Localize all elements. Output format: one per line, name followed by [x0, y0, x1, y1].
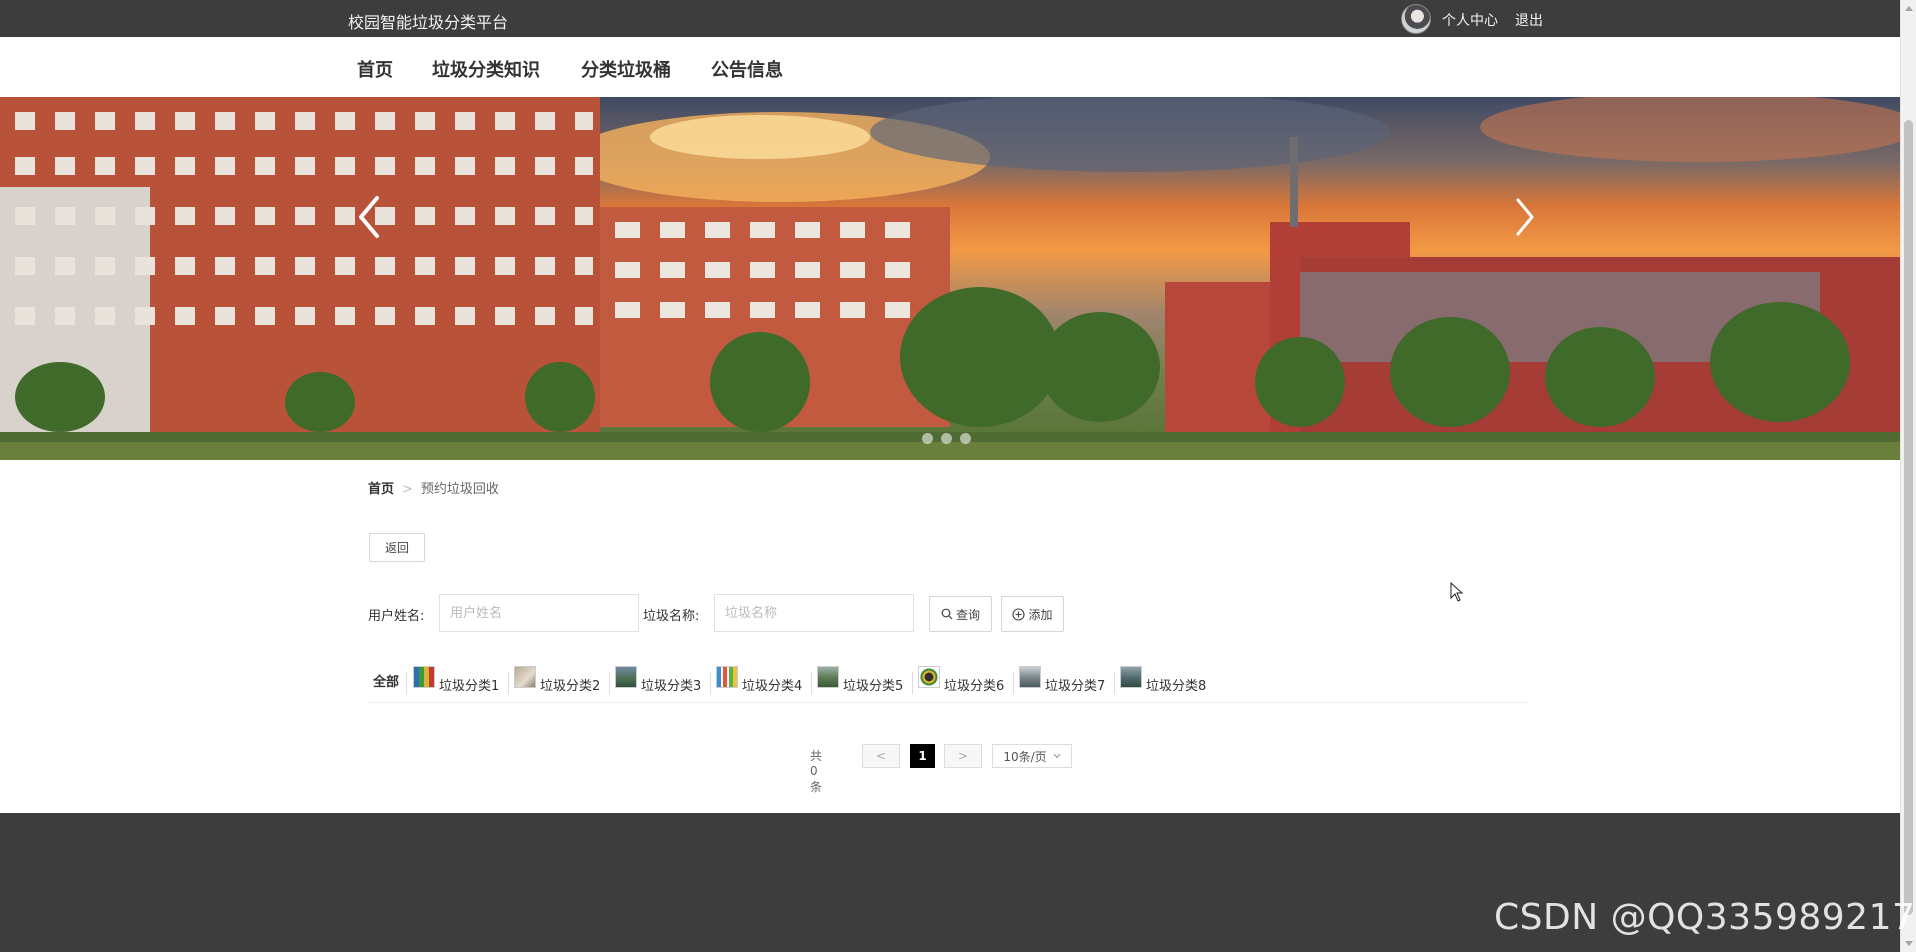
pagination-total: 共 0 条 — [810, 749, 823, 794]
chevron-down-icon — [1053, 753, 1061, 759]
scrollbar-thumb[interactable] — [1904, 120, 1913, 915]
category-divider — [710, 672, 711, 694]
top-bar: 校园智能垃圾分类平台 个人中心 退出 — [0, 0, 1900, 37]
category-thumbnail — [413, 666, 435, 688]
pagination-next-button[interactable]: > — [944, 744, 982, 768]
category-item[interactable]: 垃圾分类2 — [514, 665, 600, 695]
site-title: 校园智能垃圾分类平台 — [348, 13, 509, 32]
category-thumbnail — [1019, 666, 1041, 688]
user-name-input[interactable] — [439, 594, 639, 632]
category-thumbnail — [615, 666, 637, 688]
page-size-value: 10条/页 — [1003, 749, 1047, 764]
nav-item-home[interactable]: 首页 — [357, 56, 393, 82]
breadcrumb: 首页 > 预约垃圾回收 — [368, 478, 499, 497]
watermark: CSDN @QQ3359892174 — [1494, 897, 1916, 938]
breadcrumb-separator: > — [402, 482, 413, 497]
search-icon — [941, 608, 953, 620]
avatar[interactable] — [1401, 4, 1431, 34]
category-item[interactable]: 垃圾分类5 — [817, 665, 903, 695]
add-button-label: 添加 — [1028, 607, 1053, 622]
chevron-right-icon — [1516, 198, 1534, 236]
pagination-current-page[interactable]: 1 — [910, 744, 935, 768]
search-button-label: 查询 — [955, 607, 980, 622]
category-divider — [1013, 672, 1014, 694]
carousel-next-button[interactable] — [1510, 192, 1540, 242]
category-thumbnail — [514, 666, 536, 688]
category-thumbnail — [1120, 666, 1142, 688]
page: 校园智能垃圾分类平台 个人中心 退出 首页 垃圾分类知识 分类垃圾桶 公告信息 — [0, 0, 1900, 952]
mouse-cursor-icon — [1450, 582, 1464, 602]
carousel-prev-button[interactable] — [355, 192, 385, 242]
category-divider — [406, 672, 407, 694]
vertical-scrollbar[interactable] — [1900, 0, 1916, 952]
category-divider — [508, 672, 509, 694]
category-filter: 全部 垃圾分类1 垃圾分类2 垃圾分类3 垃圾分类4 垃圾分类5 垃圾分类6 垃… — [368, 660, 1528, 703]
category-item[interactable]: 垃圾分类7 — [1019, 665, 1105, 695]
rubbish-name-input[interactable] — [714, 594, 914, 632]
plus-circle-icon — [1012, 607, 1026, 621]
search-button[interactable]: 查询 — [929, 596, 992, 632]
category-thumbnail — [716, 666, 738, 688]
carousel-dot[interactable] — [960, 433, 971, 444]
category-divider — [912, 672, 913, 694]
nav-item-knowledge[interactable]: 垃圾分类知识 — [432, 56, 540, 82]
category-item[interactable]: 垃圾分类6 — [918, 665, 1004, 695]
category-item[interactable]: 垃圾分类8 — [1120, 665, 1206, 695]
scroll-down-icon[interactable] — [1905, 941, 1913, 946]
category-thumbnail — [817, 666, 839, 688]
category-divider — [811, 672, 812, 694]
carousel-dot[interactable] — [922, 433, 933, 444]
category-divider — [1114, 672, 1115, 694]
carousel-dot[interactable] — [941, 433, 952, 444]
category-item[interactable]: 垃圾分类3 — [615, 665, 701, 695]
add-button[interactable]: 添加 — [1001, 596, 1064, 632]
back-button[interactable]: 返回 — [369, 533, 425, 562]
category-all[interactable]: 全部 — [373, 665, 399, 695]
logout-link[interactable]: 退出 — [1515, 10, 1543, 30]
scroll-up-icon[interactable] — [1905, 6, 1913, 11]
category-item[interactable]: 垃圾分类1 — [413, 665, 499, 695]
category-thumbnail — [918, 666, 940, 688]
rubbish-name-label: 垃圾名称: — [643, 609, 700, 624]
user-name-label: 用户姓名: — [368, 609, 425, 624]
nav-item-bins[interactable]: 分类垃圾桶 — [581, 56, 671, 82]
carousel-dots — [922, 433, 971, 444]
user-center-link[interactable]: 个人中心 — [1442, 10, 1498, 30]
breadcrumb-home[interactable]: 首页 — [368, 482, 394, 497]
category-item[interactable]: 垃圾分类4 — [716, 665, 802, 695]
pagination-prev-button[interactable]: < — [862, 744, 900, 768]
chevron-left-icon — [359, 196, 379, 238]
main-nav: 首页 垃圾分类知识 分类垃圾桶 公告信息 — [0, 37, 1900, 97]
breadcrumb-current: 预约垃圾回收 — [420, 482, 499, 497]
category-divider — [609, 672, 610, 694]
banner-image — [0, 97, 1900, 460]
nav-item-notices[interactable]: 公告信息 — [711, 56, 783, 82]
page-size-select[interactable]: 10条/页 — [992, 744, 1072, 768]
banner-carousel — [0, 97, 1900, 460]
